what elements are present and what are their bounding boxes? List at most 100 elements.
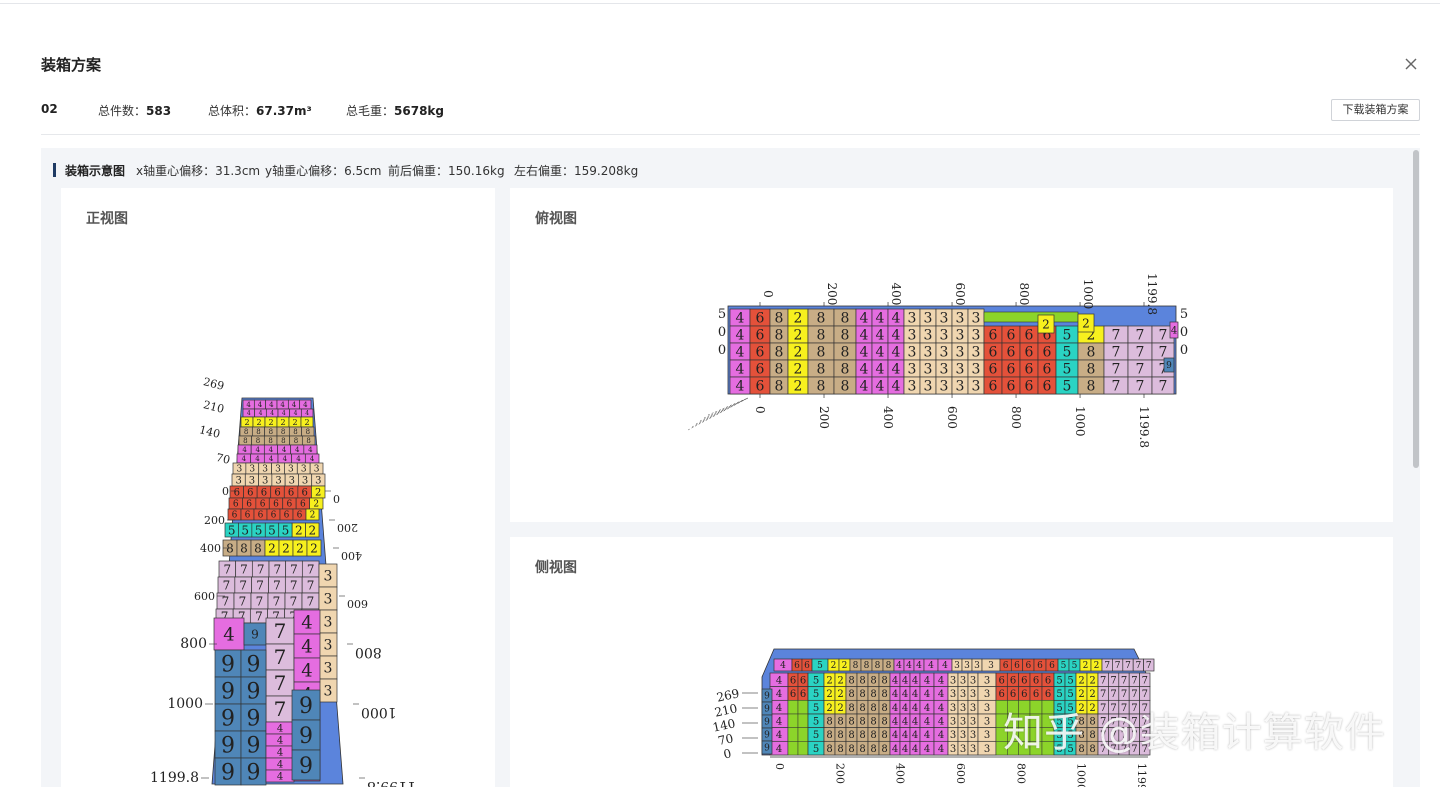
box-label: 6 [233,500,239,510]
box-label: 7 [239,594,247,608]
box-label: 3 [275,476,281,487]
box-label: 7 [1115,661,1121,671]
box-label: 7 [256,578,264,592]
box-label: 5 [813,744,819,755]
box-label: 3 [956,345,965,361]
box-label: 3 [984,744,990,755]
box-label: 6 [1025,345,1034,361]
box-label: 4 [938,689,944,700]
box-label: 5 [241,523,249,537]
box-label: 2 [304,418,309,427]
box-label: 4 [776,730,782,741]
box-label: 6 [261,488,267,499]
box-label: 6 [1007,328,1016,344]
box-label: 8 [775,379,784,395]
axis-tick: 800 [180,636,207,652]
axis-tick: 70 [215,451,232,467]
axis-tick: 800 [1009,406,1023,429]
axis-hatch [707,397,749,416]
box-label: 4 [258,401,263,409]
box-label: 6 [1045,689,1051,700]
box-label: 5 [813,716,819,727]
box-label: 4 [912,703,918,714]
box-label: 6 [284,511,290,521]
scrollbar-thumb[interactable] [1413,150,1419,468]
box-label: 4 [860,379,869,395]
box-label: 9 [247,679,261,704]
box-label: 3 [324,615,333,631]
box-label: 3 [324,638,333,654]
box-label: 6 [1021,675,1027,686]
box-label: 4 [876,362,885,378]
box-label: 6 [1025,328,1034,344]
box-label: 4 [780,661,786,671]
box-label: 4 [242,455,247,463]
box-label: 6 [1033,689,1039,700]
axis-tick: 600 [954,763,967,784]
box-label: 8 [841,362,850,378]
box-label: 7 [1112,345,1121,361]
axis-tick: 0 [333,492,340,505]
box-label: 8 [841,345,850,361]
box-label: 2 [1083,661,1089,671]
box-label: 8 [837,744,843,755]
box-label: 2 [826,675,832,686]
box-label: 4 [892,689,898,700]
box-label: 9 [247,652,261,677]
box-label: 7 [239,578,247,592]
top-border [0,0,1440,4]
axis-tick: 0 [722,746,732,761]
box-label: 3 [960,689,966,700]
axis-tick: 0 [1180,343,1188,358]
box-label: 3 [950,703,956,714]
box-label: 4 [916,661,922,671]
box-label: 6 [989,379,998,395]
axis-tick: 600 [945,406,959,429]
box-label: 8 [875,661,881,671]
box-label: 8 [848,730,854,741]
box-label: 4 [776,689,782,700]
box-label: 8 [881,744,887,755]
box-label: 8 [240,541,248,555]
box-label: 4 [876,328,885,344]
box-label: 6 [1043,362,1052,378]
box-label: 3 [314,465,320,475]
box-label: 4 [736,311,745,327]
box-label: 2 [794,311,803,327]
box-label: 7 [1159,379,1168,395]
box-label: 5 [1056,675,1062,686]
box-label: 9 [764,705,770,715]
axis-tick: 0 [222,485,229,498]
top-view-card: 俯视图 444446666688888222228888888888444444… [510,188,1393,522]
box-label: 4 [277,748,283,759]
box-green [787,727,799,742]
box-label: 6 [1007,362,1016,378]
box-label: 8 [817,311,826,327]
box-label: 7 [1131,675,1137,686]
box-label: 6 [1033,675,1039,686]
box-label: 2 [315,488,321,499]
box-label: 7 [1110,675,1116,686]
close-icon[interactable] [1402,55,1420,73]
box-label: 3 [324,569,333,585]
download-plan-button[interactable]: 下载装箱方案 [1331,99,1420,121]
box-label: 6 [1025,379,1034,395]
box-label: 8 [837,730,843,741]
box-label: 6 [287,500,293,510]
box-green [787,700,799,715]
axis-tick: 140 [198,423,222,441]
box-label: 4 [892,362,901,378]
box-label: 4 [255,455,260,463]
box-label: 7 [307,594,315,608]
box-label: 4 [303,401,308,409]
box-label: 3 [950,744,956,755]
box-label: 8 [1087,362,1096,378]
box-label: 3 [972,345,981,361]
box-label: 4 [280,401,285,409]
box-label: 7 [1136,661,1142,671]
box-label: 3 [302,476,308,487]
box-label: 4 [876,345,885,361]
box-label: 6 [756,345,765,361]
box-label: 9 [247,706,261,731]
box-label: 6 [790,675,796,686]
